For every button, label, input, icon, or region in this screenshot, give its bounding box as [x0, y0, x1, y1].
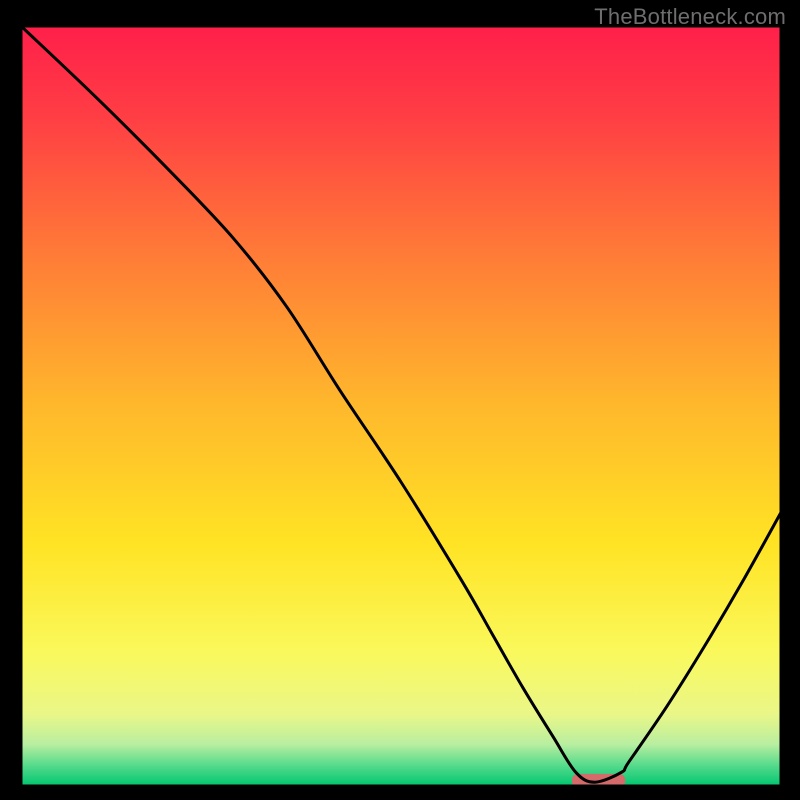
heat-curve-chart	[21, 26, 781, 786]
gradient-background	[21, 26, 781, 786]
watermark-text: TheBottleneck.com	[594, 4, 786, 30]
plot-area	[21, 26, 781, 786]
chart-frame: TheBottleneck.com	[0, 0, 800, 800]
